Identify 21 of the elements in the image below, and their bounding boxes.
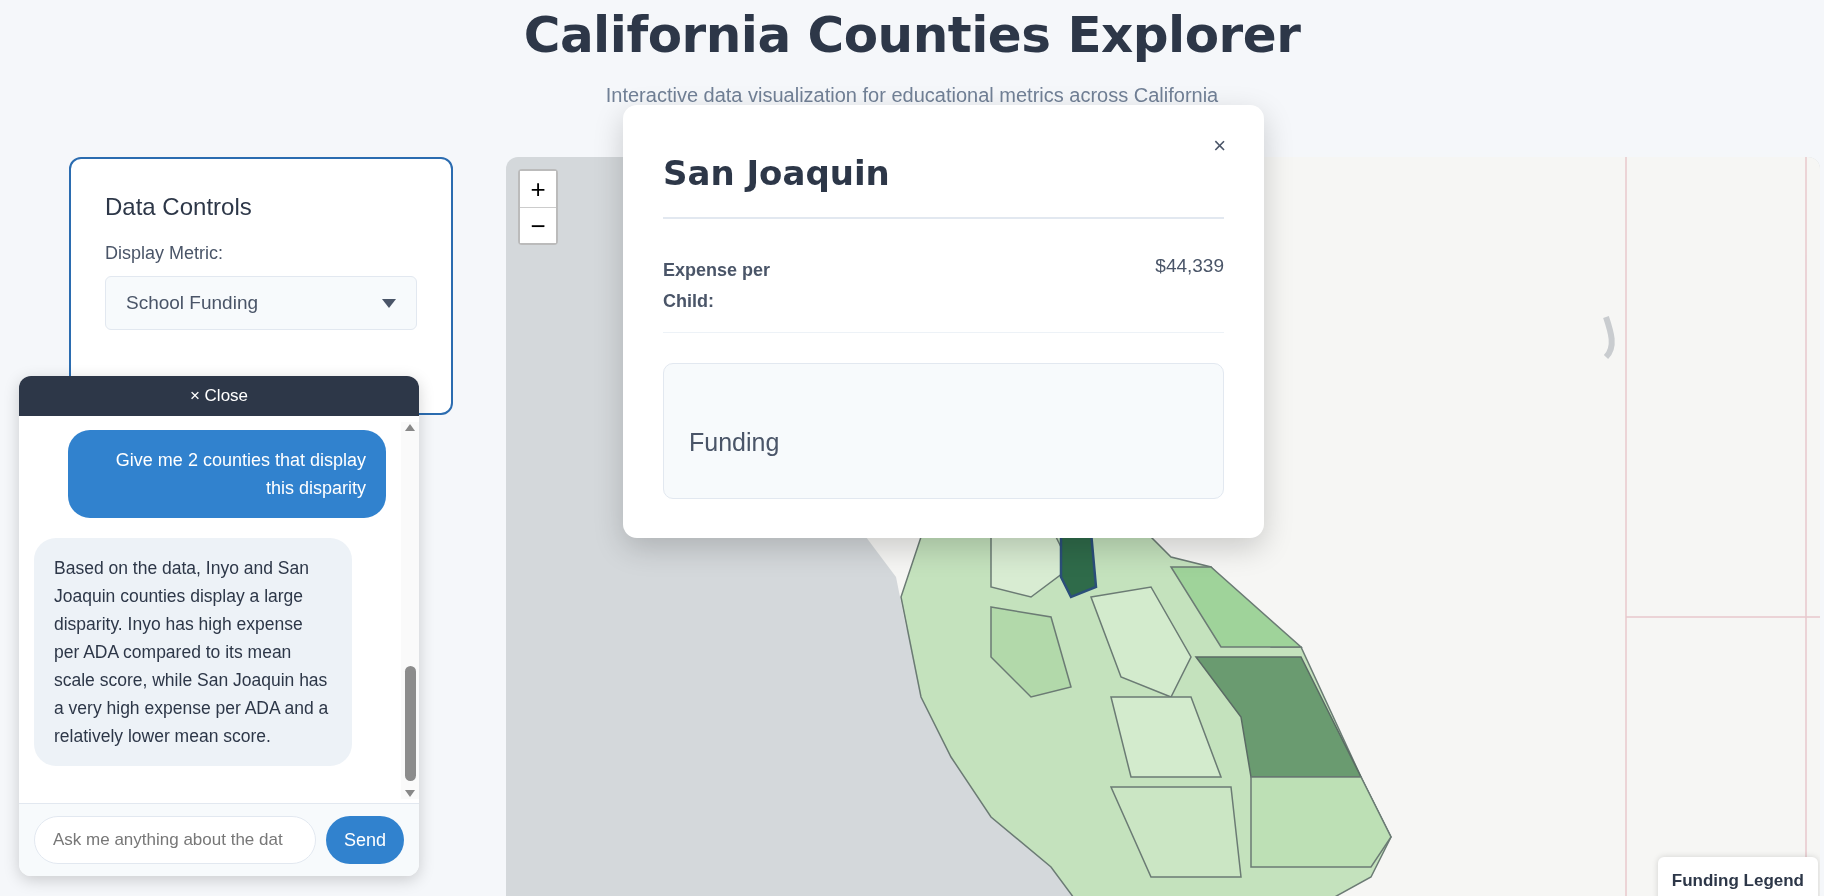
- scroll-down-icon[interactable]: [404, 789, 416, 799]
- county-name: San Joaquin: [663, 153, 1224, 219]
- metric-dropdown[interactable]: School Funding: [105, 276, 417, 330]
- field-label: Display Metric:: [105, 243, 225, 264]
- stat-value: $44,339: [1155, 255, 1224, 277]
- assistant-message: Based on the data, Inyo and San Joaquin counties display a large disparity. Inyo has high expense per ADA compared to its mean scale score, while San Joaquin has a very high expense per ADA and a relatively lower mean score.: [34, 538, 352, 766]
- caret-icon: [382, 298, 396, 308]
- close-chat-button[interactable]: × Close: [19, 376, 419, 416]
- panel-title: Data Controls: [105, 193, 253, 221]
- scroll-thumb[interactable]: [404, 666, 416, 781]
- scroll-up-icon[interactable]: [404, 422, 416, 432]
- chat-input[interactable]: Ask me anything about the dat: [34, 816, 316, 864]
- zoom-out-button[interactable]: −: [520, 207, 556, 243]
- stat-label: Expense per Child:: [663, 259, 772, 313]
- section-title: Funding: [689, 428, 780, 457]
- legend-title: Funding Legend: [1671, 871, 1804, 890]
- page-title: California Counties Explorer: [523, 6, 1301, 64]
- scrollbar[interactable]: [401, 422, 419, 799]
- page-subtitle: Interactive data visualization for educational metrics across California: [605, 84, 1219, 107]
- send-button[interactable]: Send: [326, 816, 404, 864]
- user-message: Give me 2 counties that display this disparity: [68, 430, 386, 518]
